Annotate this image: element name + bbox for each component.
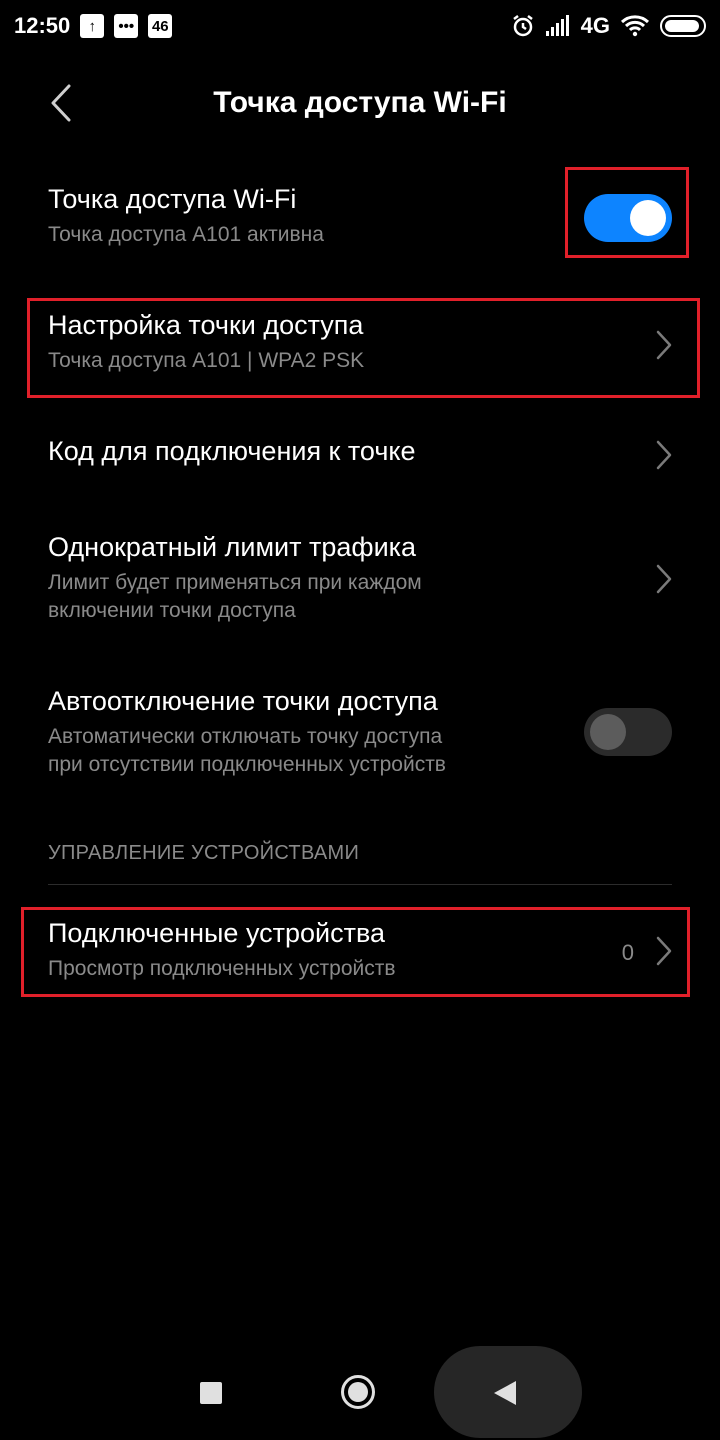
battery-icon	[660, 15, 706, 37]
highlight-box-devices	[21, 907, 690, 997]
traffic-limit-subtitle: Лимит будет применяться при каждом включ…	[48, 569, 672, 625]
traffic-limit-title: Однократный лимит трафика	[48, 532, 417, 562]
highlight-box-config	[27, 298, 700, 398]
auto-off-subtitle-line2: при отсутствии подключенных устройств	[48, 753, 446, 776]
recents-button[interactable]	[200, 1382, 222, 1404]
status-time: 12:50	[14, 13, 71, 38]
home-button[interactable]	[341, 1375, 375, 1409]
message-icon: •••	[114, 14, 139, 38]
page-title: Точка доступа Wi-Fi	[213, 86, 507, 119]
auto-off-title: Автоотключение точки доступа	[48, 686, 438, 716]
network-type: 4G	[580, 13, 610, 38]
divider	[48, 884, 672, 885]
status-bar-right: 4G	[511, 13, 706, 39]
chevron-right-icon	[656, 440, 672, 470]
status-bar-left: 12:50 ↑ ••• 46	[14, 13, 173, 39]
alarm-icon	[512, 15, 533, 37]
connect-code-title: Код для подключения к точке	[48, 436, 416, 466]
section-header-device-management: УПРАВЛЕНИЕ УСТРОЙСТВАМИ	[48, 842, 360, 864]
auto-off-subtitle-line1: Автоматически отключать точку доступа	[48, 725, 443, 748]
nav-bar	[0, 1340, 720, 1440]
auto-off-row[interactable]: Автоотключение точки доступа Автоматичес…	[0, 686, 720, 786]
toggle-knob	[590, 714, 626, 750]
wifi-icon	[620, 15, 650, 37]
chevron-right-icon	[656, 564, 672, 594]
badge-icon: 46	[148, 14, 173, 38]
traffic-limit-subtitle-line1: Лимит будет применяться при каждом	[48, 571, 422, 594]
header: Точка доступа Wi-Fi	[0, 70, 720, 134]
auto-off-subtitle: Автоматически отключать точку доступа пр…	[48, 723, 672, 779]
traffic-limit-subtitle-line2: включении точки доступа	[48, 599, 296, 622]
auto-off-toggle[interactable]	[584, 708, 672, 756]
connect-code-row[interactable]: Код для подключения к точке	[0, 436, 720, 476]
status-bar: 12:50 ↑ ••• 46 4G	[0, 0, 720, 52]
back-triangle-icon	[494, 1381, 516, 1405]
highlight-box-toggle	[565, 167, 689, 258]
upload-icon: ↑	[80, 14, 105, 38]
signal-icon	[545, 15, 569, 36]
traffic-limit-row[interactable]: Однократный лимит трафика Лимит будет пр…	[0, 532, 720, 632]
